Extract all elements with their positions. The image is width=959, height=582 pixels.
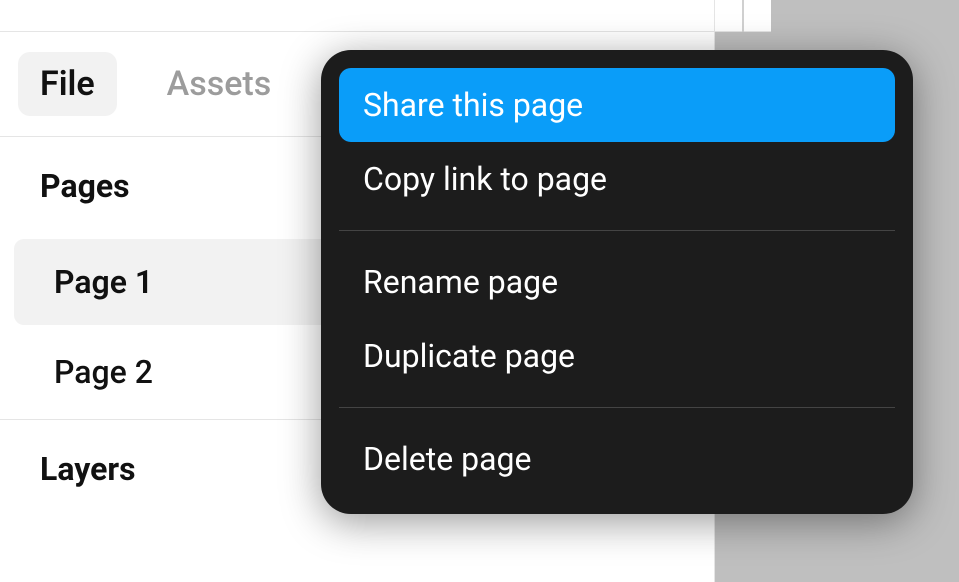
menu-item-delete-page[interactable]: Delete page (339, 422, 895, 496)
context-menu: Share this page Copy link to page Rename… (321, 50, 913, 514)
ruler-tick (742, 0, 744, 32)
top-bar (0, 0, 714, 32)
tab-assets[interactable]: Assets (145, 52, 294, 116)
menu-divider (339, 230, 895, 231)
tab-file[interactable]: File (18, 52, 117, 116)
menu-item-share-page[interactable]: Share this page (339, 68, 895, 142)
menu-item-rename-page[interactable]: Rename page (339, 245, 895, 319)
menu-item-copy-link[interactable]: Copy link to page (339, 142, 895, 216)
menu-divider (339, 407, 895, 408)
menu-item-duplicate-page[interactable]: Duplicate page (339, 319, 895, 393)
